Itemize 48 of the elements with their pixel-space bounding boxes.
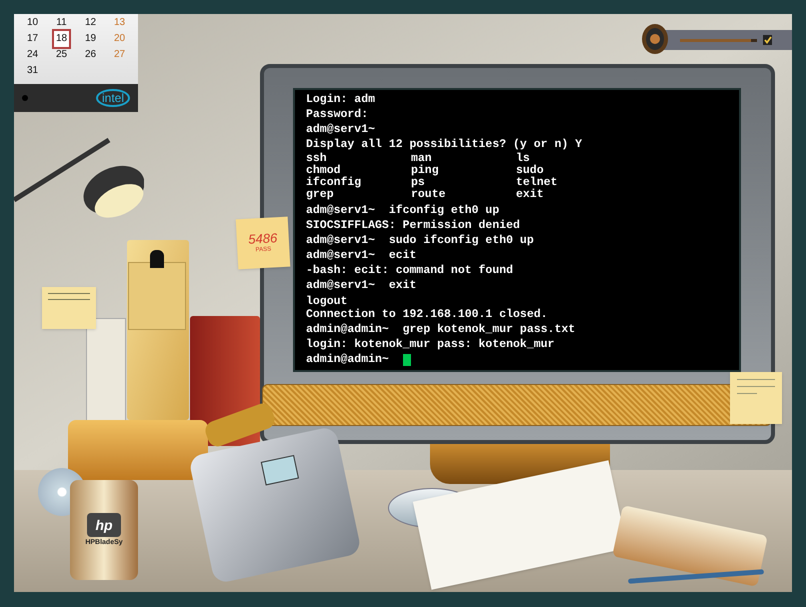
terminal-line: Display all 12 possibilities? (y or n) Y — [306, 137, 582, 152]
terminal-line: adm@serv1~ ecit — [306, 248, 416, 263]
terminal-line: Connection to 192.168.100.1 closed. — [306, 307, 548, 322]
calendar-day[interactable]: 10 — [24, 15, 40, 31]
calendar-day[interactable]: 25 — [54, 47, 70, 63]
terminal-line: Login: adm — [306, 92, 376, 107]
clipped-note — [128, 262, 186, 330]
terminal-cell-text: route — [411, 189, 447, 200]
terminal-line: adm@serv1~ — [306, 122, 376, 137]
calendar-day[interactable]: 31 — [24, 63, 40, 79]
terminal-cell-text: chmod — [306, 165, 341, 176]
sticky-note — [730, 372, 782, 424]
terminal-line: Password: — [306, 107, 368, 122]
terminal-line: SIOCSIFFLAGS: Permission denied — [306, 218, 520, 233]
calendar-day[interactable]: 11 — [54, 15, 69, 31]
sticky-note — [42, 287, 96, 329]
calendar-day[interactable]: 26 — [82, 47, 98, 63]
terminal-cell-text: man — [411, 153, 432, 164]
terminal-cell-text: ifconfig — [306, 177, 362, 188]
calendar-day[interactable]: 24 — [24, 47, 40, 63]
terminal-cell: exit — [516, 189, 544, 200]
calendar-day[interactable]: 18 — [54, 31, 70, 47]
terminal-cell-text: ssh — [306, 153, 327, 164]
calendar-day[interactable]: 19 — [82, 31, 98, 47]
terminal-line: admin@admin~ — [306, 352, 389, 367]
terminal-cell-text: ps — [411, 177, 426, 188]
terminal-cell: sudo — [516, 165, 544, 176]
terminal-line: admin@admin~ grep kotenok_mur pass.txt — [306, 322, 576, 337]
volume-slider[interactable] — [680, 38, 758, 42]
note-number: 5486 — [248, 231, 278, 247]
calendar-day[interactable]: 17 — [24, 31, 40, 47]
terminal-line: adm@serv1~ ifconfig eth0 up — [306, 203, 500, 218]
terminal-cell: ls — [516, 153, 530, 164]
terminal-cell-text: grep — [306, 189, 335, 200]
checkbox[interactable] — [763, 35, 772, 45]
terminal-line: logout — [306, 296, 348, 307]
speaker-icon — [640, 22, 670, 56]
logo-text: intel — [96, 89, 130, 107]
terminal-cell-text: ping — [411, 165, 440, 176]
terminal-line: -bash: ecit: command not found — [306, 263, 514, 278]
check-icon — [764, 36, 772, 44]
terminal-line: adm@serv1~ exit — [306, 278, 416, 293]
terminal-cell: telnet — [516, 177, 558, 188]
terminal-line: login: kotenok_mur pass: kotenok_mur — [306, 337, 554, 352]
calendar-day[interactable]: 12 — [82, 15, 98, 31]
paper-clip-icon — [150, 250, 164, 268]
hp-logo: hp — [87, 513, 121, 537]
terminal-line: adm@serv1~ sudo ifconfig eth0 up — [306, 233, 534, 248]
